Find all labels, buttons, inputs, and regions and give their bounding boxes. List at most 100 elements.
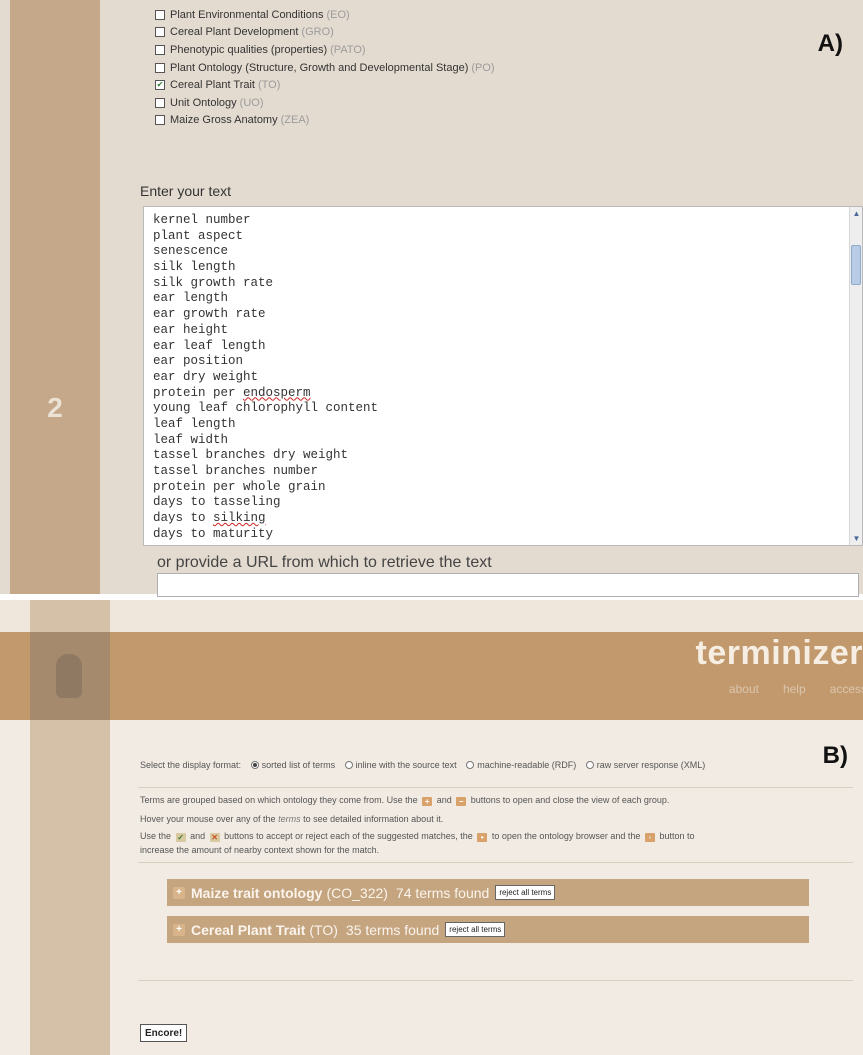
ontology-option[interactable]: Cereal Plant Development (GRO) [155, 24, 495, 42]
ontology-option[interactable]: Unit Ontology (UO) [155, 94, 495, 112]
scroll-down-icon[interactable]: ▼ [850, 532, 863, 545]
info-text: button to [659, 831, 695, 841]
divider [138, 862, 853, 863]
top-margin-bar [0, 600, 863, 632]
panel-b-results: terminizer about help access B) Select t… [0, 600, 863, 1055]
accept-icon: ✓ [175, 833, 186, 842]
scroll-up-icon[interactable]: ▲ [850, 207, 863, 220]
text-line: protein per endosperm [153, 385, 311, 400]
info-line-accept-reject: Use the ✓ and ✕ buttons to accept or rej… [140, 830, 694, 842]
expand-plus-icon[interactable]: + [173, 923, 185, 936]
text-area-content: kernel number plant aspect senescence si… [153, 213, 378, 542]
left-sidebar-strip [10, 0, 100, 594]
step-number: 2 [47, 392, 63, 423]
checkbox[interactable] [155, 44, 165, 55]
group-name: Cereal Plant Trait [191, 921, 306, 938]
text-line: tassel branches number [153, 464, 319, 478]
checkbox[interactable] [155, 27, 165, 38]
text-line: days to silking [153, 511, 266, 526]
radio[interactable] [344, 761, 353, 769]
checkbox[interactable] [155, 97, 165, 108]
nav-link-help[interactable]: help [783, 682, 806, 696]
ontology-option[interactable]: Maize Gross Anatomy (ZEA) [155, 112, 495, 130]
info-text: buttons to accept or reject each of the … [224, 831, 473, 841]
checkbox-checked[interactable]: ✔ [155, 80, 165, 91]
enter-text-label: Enter your text [140, 183, 232, 199]
radio[interactable] [585, 761, 594, 769]
ontology-option[interactable]: Phenotypic qualities (properties) (PATO) [155, 41, 495, 59]
text-line: leaf width [153, 432, 229, 447]
nav-link-about[interactable]: about [729, 682, 759, 696]
group-count: 35 terms found [345, 921, 440, 938]
checkbox[interactable] [155, 62, 165, 73]
ontology-abbr: (GRO) [301, 26, 334, 39]
ontology-name: Phenotypic qualities (properties) [170, 43, 328, 56]
header-nav: about help access [729, 682, 863, 696]
group-count: 74 terms found [395, 884, 490, 901]
vertical-scrollbar[interactable]: ▲ ▼ [849, 207, 862, 545]
ontology-option[interactable]: Plant Environmental Conditions (EO) [155, 6, 495, 24]
minus-icon: − [456, 797, 467, 806]
text-line: ear growth rate [153, 307, 266, 322]
brand-title: terminizer [695, 634, 863, 672]
info-text: to see detailed information about it. [303, 814, 444, 824]
ontology-abbr: (TO) [257, 79, 281, 92]
info-text: to open the ontology browser and the [491, 831, 641, 841]
text-line: ear length [153, 291, 229, 306]
text-line: protein per whole grain [153, 479, 326, 494]
ontology-abbr: (PATO) [330, 43, 366, 56]
expand-plus-icon[interactable]: + [173, 886, 185, 899]
format-option-label[interactable]: raw server response (XML) [597, 760, 706, 770]
ontology-name: Plant Ontology (Structure, Growth and De… [170, 61, 469, 74]
ontology-checkbox-list: Plant Environmental Conditions (EO) Cere… [155, 6, 495, 129]
text-line: tassel branches dry weight [153, 448, 349, 463]
encore-button[interactable]: Encore! [140, 1024, 188, 1042]
text-line: senescence [153, 244, 229, 259]
info-text: Terms are grouped based on which ontolog… [140, 795, 418, 805]
info-terms-word: terms [278, 814, 301, 824]
checkbox[interactable] [155, 9, 165, 20]
logo-mark [56, 654, 82, 698]
ontology-abbr: (ZEA) [280, 114, 310, 127]
ontology-group-cereal[interactable]: + Cereal Plant Trait (TO) 35 terms found… [167, 916, 809, 943]
divider [138, 980, 853, 981]
ontology-name: Maize Gross Anatomy [170, 114, 278, 127]
reject-all-button[interactable]: reject all terms [495, 885, 556, 900]
radio-selected[interactable] [250, 761, 259, 769]
logo-icon[interactable] [30, 632, 110, 720]
misspelled-word: endosperm [243, 385, 311, 400]
info-line-groups: Terms are grouped based on which ontolog… [140, 794, 669, 806]
text-line: ear dry weight [153, 369, 259, 384]
text-input-area[interactable]: kernel number plant aspect senescence si… [143, 206, 863, 546]
ontology-option[interactable]: ✔ Cereal Plant Trait (TO) [155, 76, 495, 94]
ontology-abbr: (UO) [239, 96, 264, 109]
text-line: kernel number [153, 213, 251, 227]
reject-icon: ✕ [209, 833, 220, 842]
display-format-selector: Select the display format: sorted list o… [140, 759, 795, 771]
divider [138, 787, 853, 788]
scroll-thumb[interactable] [851, 245, 861, 285]
format-prompt: Select the display format: [140, 760, 242, 770]
text-line: young leaf chlorophyll content [153, 401, 379, 416]
ontology-name: Cereal Plant Trait [170, 79, 255, 92]
url-input[interactable] [157, 573, 859, 597]
reject-all-button[interactable]: reject all terms [445, 922, 506, 937]
nav-link-access[interactable]: access [830, 682, 863, 696]
info-line-context: increase the amount of nearby context sh… [140, 844, 379, 856]
ontology-option[interactable]: Plant Ontology (Structure, Growth and De… [155, 59, 495, 77]
text-line: silk growth rate [153, 275, 274, 290]
info-text: increase the amount of nearby context sh… [140, 845, 380, 855]
format-option-label[interactable]: machine-readable (RDF) [477, 760, 576, 770]
figure-root: 2 A) Plant Environmental Conditions (EO)… [0, 0, 863, 1055]
context-icon: ◦ [644, 833, 655, 842]
ontology-abbr: (EO) [326, 8, 350, 21]
text-line: ear position [153, 354, 244, 369]
plus-icon: + [422, 797, 433, 806]
panel-b-label: B) [822, 742, 848, 769]
format-option-label[interactable]: inline with the source text [356, 760, 457, 770]
checkbox[interactable] [155, 115, 165, 126]
ontology-group-maize[interactable]: + Maize trait ontology (CO_322) 74 terms… [167, 879, 809, 906]
group-abbr: (CO_322) [326, 884, 388, 901]
format-option-label[interactable]: sorted list of terms [262, 760, 336, 770]
radio[interactable] [466, 761, 475, 769]
